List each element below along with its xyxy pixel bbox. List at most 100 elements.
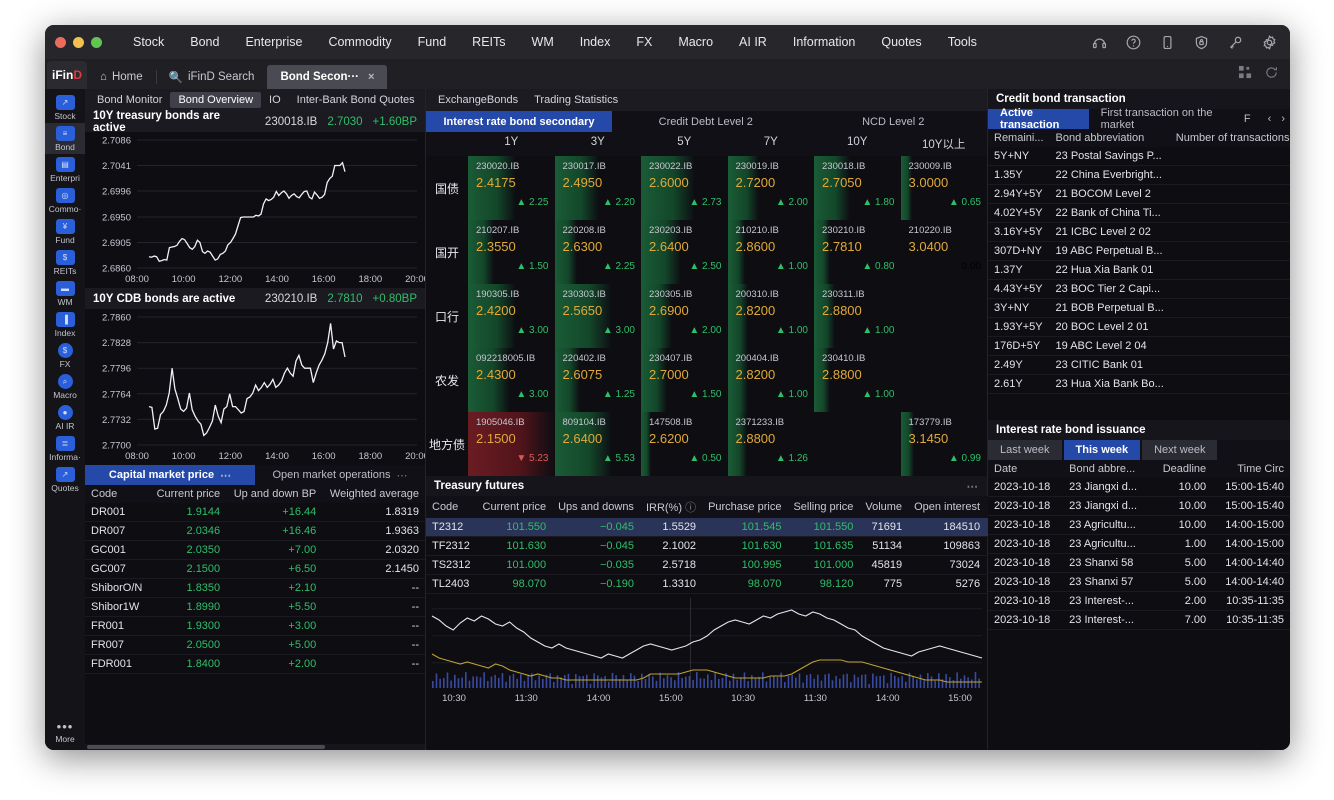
tenor-header[interactable]: 5Y [641,132,728,156]
main-menu[interactable]: Stock Bond Enterprise Commodity Fund REITs WM I… [120,31,990,53]
sidebar-item-wm[interactable]: ▬ WM [45,278,85,309]
yield-grid[interactable]: 国债 230020.IB 2.4175 ▲ 2.25 230017.IB 2.4950 ▲ … [426,156,987,476]
yield-cell[interactable]: 230410.IB 2.8800 ▲ 1.00 [814,348,901,412]
yield-cell[interactable]: 230009.IB 3.0000 ▲ 0.65 [900,156,988,220]
table-row[interactable]: 3.16Y+5Y 21 ICBC Level 2 02 [988,222,1290,242]
horizontal-scrollbar[interactable] [85,744,425,750]
menu-item-fund[interactable]: Fund [405,31,460,53]
table-row[interactable]: 2023-10-18 23 Shanxi 58 5.00 14:00-14:40 [988,553,1290,573]
column-header[interactable]: Number of transactions [1169,129,1290,147]
tab-bond-secondary[interactable]: Bond Secon··· × [267,65,388,89]
key-icon[interactable] [1227,34,1244,51]
grid-layout-icon[interactable] [1239,66,1252,84]
more-options-icon[interactable]: ⋯ [220,469,231,482]
tenor-header[interactable]: 10Y以上 [901,132,988,156]
table-row[interactable]: 2023-10-18 23 Jiangxi d... 10.00 15:00-15:4… [988,477,1290,497]
table-row[interactable]: Shibor1W 1.8990 +5.50 -- [85,597,425,617]
sidebar-item-stock[interactable]: ↗ Stock [45,92,85,123]
table-row[interactable]: GC007 2.1500 +6.50 2.1450 [85,559,425,579]
yield-cell[interactable]: 230203.IB 2.6400 ▲ 2.50 [641,220,728,284]
minimize-window-button[interactable] [73,36,84,48]
bond-tab-bond-monitor[interactable]: Bond Monitor [89,92,170,108]
table-row[interactable]: ShiborO/N 1.8350 +2.10 -- [85,578,425,598]
menu-item-fx[interactable]: FX [623,31,665,53]
more-options-icon[interactable]: ⋯ [967,479,980,493]
close-tab-icon[interactable]: × [368,71,374,83]
table-row[interactable]: 2.49Y 23 CITIC Bank 01 [988,355,1290,375]
scroll-right-icon[interactable]: › [1276,109,1290,129]
chart-treasury-10y[interactable]: 2.7086 2.7041 2.6996 2.6950 2.6905 2.6860 08:0… [85,132,425,288]
scroll-left-icon[interactable]: ‹ [1263,109,1277,129]
yield-cell[interactable]: 230407.IB 2.7000 ▲ 1.50 [641,348,728,412]
table-row[interactable]: 2.61Y 23 Hua Xia Bank Bo... [988,374,1290,394]
menu-item-ai-ir[interactable]: AI IR [726,31,780,53]
sidebar-item-fund[interactable]: ¥ Fund [45,216,85,247]
table-row[interactable]: 4.43Y+5Y 23 BOC Tier 2 Capi... [988,279,1290,299]
table-row[interactable]: 4.02Y+5Y 22 Bank of China Ti... [988,203,1290,223]
level-tab-credit-debt-level-2[interactable]: Credit Debt Level 2 [612,111,800,132]
week-tab-next-week[interactable]: Next week [1142,439,1218,460]
sidebar-item-macro[interactable]: ⌕ Macro [45,371,85,402]
table-row[interactable]: FR007 2.0500 +5.00 -- [85,635,425,655]
mobile-icon[interactable] [1159,34,1176,51]
column-header[interactable]: Up and down BP [226,485,323,503]
sidebar-item-index[interactable]: ▐ Index [45,309,85,340]
week-tab-last-week[interactable]: Last week [988,439,1062,460]
capital-tab-capital-market-price[interactable]: Capital market price ⋯ [85,465,255,485]
column-header[interactable]: Weighted average [322,485,425,503]
column-header[interactable]: Open interest [908,496,987,518]
yield-cell[interactable] [901,284,988,348]
column-header[interactable]: Purchase price [702,496,788,518]
yield-cell[interactable] [901,348,988,412]
table-row[interactable]: DR001 1.9144 +16.44 1.8319 [85,503,425,522]
title-bar-icons[interactable] [1091,34,1278,51]
exchange-toolbar[interactable]: ExchangeBonds Trading Statistics [426,89,987,111]
column-header[interactable]: Remaini... [988,129,1050,147]
table-row[interactable]: 1.35Y 22 China Everbright... [988,165,1290,185]
table-row[interactable]: FR001 1.9300 +3.00 -- [85,616,425,636]
credit-tab-active-transaction[interactable]: Active transaction [988,107,1089,131]
market-level-tabs[interactable]: Interest rate bond secondary Credit Debt … [426,111,987,132]
tab-bar-actions[interactable] [1239,66,1278,84]
column-header[interactable]: Code [426,496,477,518]
issuance-week-tabs[interactable]: Last week This week Next week [988,439,1290,460]
table-row[interactable]: 1.37Y 22 Hua Xia Bank 01 [988,260,1290,280]
menu-item-information[interactable]: Information [780,31,869,53]
table-row[interactable]: 2023-10-18 23 Agricultu... 10.00 14:00-15:0… [988,515,1290,535]
maximize-window-button[interactable] [91,36,102,48]
more-options-icon[interactable]: ⋯ [397,469,408,482]
bond-tab-inter-bank-bond-quotes[interactable]: Inter-Bank Bond Quotes [289,92,423,108]
column-header[interactable]: Code [85,485,150,503]
column-header[interactable]: Selling price [787,496,860,518]
credit-tab-f[interactable]: F [1232,109,1263,129]
table-row[interactable]: 2023-10-18 23 Shanxi 57 5.00 14:00-14:40 [988,572,1290,592]
column-header[interactable]: Deadline [1151,459,1213,478]
yield-cell[interactable]: 230017.IB 2.4950 ▲ 2.20 [554,156,642,220]
yield-cell[interactable]: 2371233.IB 2.8800 ▲ 1.26 [727,412,815,476]
table-row[interactable]: 2023-10-18 23 Agricultu... 1.00 14:00-15:00 [988,534,1290,554]
yield-cell[interactable]: 200310.IB 2.8200 ▲ 1.00 [727,284,815,348]
table-row[interactable]: 2023-10-18 23 Jiangxi d... 10.00 15:00-15:4… [988,496,1290,516]
menu-item-quotes[interactable]: Quotes [868,31,934,53]
sidebar-item-enterpri[interactable]: ▤ Enterpri [45,154,85,185]
table-body[interactable]: 5Y+NY 23 Postal Savings P... 1.35Y 22 China… [988,147,1290,394]
column-header[interactable]: Current price [476,496,553,518]
sidebar-item-informa-[interactable]: ≣ Informa· [45,433,85,464]
yield-cell[interactable]: 210207.IB 2.3550 ▲ 1.50 [468,220,555,284]
window-controls[interactable] [55,36,102,48]
table-body[interactable]: 2023-10-18 23 Jiangxi d... 10.00 15:00-15:4… [988,477,1290,630]
table-row[interactable]: 2.94Y+5Y 21 BOCOM Level 2 [988,184,1290,204]
yield-cell[interactable]: 1905046.IB 2.1500 ▼ 5.23 [468,412,555,476]
week-tab-this-week[interactable]: This week [1063,439,1141,460]
info-icon[interactable]: ⓘ [685,502,696,514]
tenor-header[interactable]: 1Y [468,132,555,156]
bond-toolbar[interactable]: Bond Monitor Bond Overview IO Inter-Bank Bo… [85,89,425,111]
table-row[interactable]: 307D+NY 19 ABC Perpetual B... [988,241,1290,261]
table-row[interactable]: TL2403 98.070 −0.190 1.3310 98.070 98.120 775 5… [426,574,1049,594]
tenor-header[interactable]: 10Y [814,132,901,156]
yield-cell[interactable]: 210210.IB 2.8600 ▲ 1.00 [727,220,815,284]
yield-cell[interactable]: 147508.IB 2.6200 ▲ 0.50 [641,412,728,476]
bond-tab-bond-overview[interactable]: Bond Overview [170,92,262,108]
yield-cell[interactable]: 220208.IB 2.6300 ▲ 2.25 [554,220,642,284]
tenor-header[interactable]: 3Y [555,132,642,156]
